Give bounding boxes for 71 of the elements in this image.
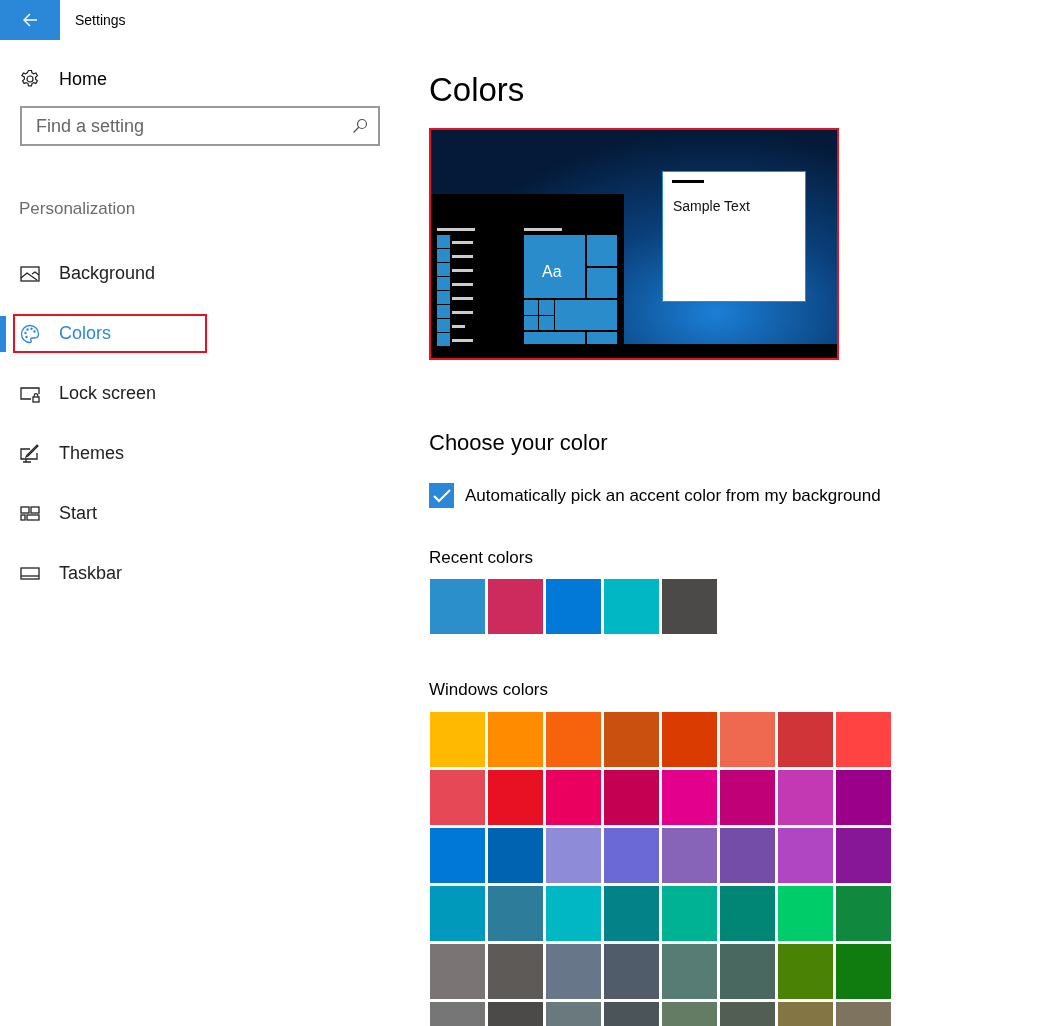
color-swatch[interactable]	[546, 711, 601, 767]
color-swatch[interactable]	[662, 711, 717, 767]
back-arrow-icon	[22, 13, 38, 27]
nav-item[interactable]: Start	[13, 494, 207, 533]
color-swatch[interactable]	[720, 885, 775, 941]
color-swatch[interactable]	[778, 827, 833, 883]
color-swatch[interactable]	[836, 769, 891, 825]
search-icon[interactable]	[352, 118, 368, 134]
color-swatch[interactable]	[720, 769, 775, 825]
window-title: Settings	[75, 10, 126, 30]
color-swatch[interactable]	[778, 885, 833, 941]
section-heading: Personalization	[19, 198, 137, 220]
color-swatch[interactable]	[430, 827, 485, 883]
color-swatch[interactable]	[546, 885, 601, 941]
color-swatch[interactable]	[430, 943, 485, 999]
color-swatch[interactable]	[430, 885, 485, 941]
checkbox[interactable]	[429, 483, 454, 509]
color-swatch[interactable]	[836, 885, 891, 941]
color-swatch[interactable]	[720, 943, 775, 999]
color-swatch[interactable]	[604, 711, 659, 767]
nav-item[interactable]: Taskbar	[13, 554, 207, 593]
color-swatch[interactable]	[778, 711, 833, 767]
color-swatch[interactable]	[546, 827, 601, 883]
back-button[interactable]	[0, 0, 60, 40]
color-swatch[interactable]	[778, 769, 833, 825]
color-swatch[interactable]	[546, 579, 601, 634]
color-swatch[interactable]	[662, 885, 717, 941]
picture-icon	[20, 263, 40, 284]
color-swatch[interactable]	[604, 943, 659, 999]
color-swatch[interactable]	[662, 827, 717, 883]
color-swatch[interactable]	[430, 769, 485, 825]
color-swatch[interactable]	[488, 885, 543, 941]
nav-item[interactable]: Lock screen	[13, 374, 207, 413]
color-swatch[interactable]	[604, 827, 659, 883]
color-swatch[interactable]	[720, 827, 775, 883]
nav-item[interactable]: Colors	[13, 314, 207, 353]
color-swatch[interactable]	[546, 943, 601, 999]
color-swatch[interactable]	[836, 943, 891, 999]
nav-item[interactable]: Themes	[13, 434, 207, 473]
color-swatch[interactable]	[604, 769, 659, 825]
palette-icon	[20, 323, 40, 344]
color-swatch[interactable]	[488, 943, 543, 999]
color-swatch[interactable]	[778, 943, 833, 999]
page-title: Colors	[429, 70, 526, 110]
color-swatch[interactable]	[662, 769, 717, 825]
color-swatch[interactable]	[546, 769, 601, 825]
color-swatch[interactable]	[604, 885, 659, 941]
tile-label: Aa	[542, 262, 562, 282]
color-swatch[interactable]	[662, 579, 717, 634]
color-swatch[interactable]	[604, 579, 659, 634]
color-swatch[interactable]	[836, 827, 891, 883]
color-swatch[interactable]	[430, 711, 485, 767]
color-swatch[interactable]	[488, 579, 543, 634]
checkbox-label: Automatically pick an accent color from my background	[465, 485, 881, 507]
color-swatch[interactable]	[430, 579, 485, 634]
section-label: Windows colors	[429, 679, 550, 701]
color-swatch[interactable]	[488, 711, 543, 767]
color-swatch[interactable]	[836, 711, 891, 767]
monitor-pen-icon	[20, 443, 40, 464]
tiles-icon	[20, 503, 40, 524]
settings-icon[interactable]	[20, 69, 40, 89]
sample-text: Sample Text	[673, 197, 750, 216]
home-link[interactable]: Home	[59, 65, 107, 93]
color-swatch[interactable]	[720, 711, 775, 767]
color-swatch[interactable]	[662, 943, 717, 999]
section-heading: Choose your color	[429, 429, 609, 457]
color-swatch[interactable]	[488, 827, 543, 883]
search-field[interactable]: Find a setting	[20, 106, 380, 146]
nav-item[interactable]: Background	[13, 254, 207, 293]
section-label: Recent colors	[429, 546, 534, 569]
color-swatch[interactable]	[488, 769, 543, 825]
